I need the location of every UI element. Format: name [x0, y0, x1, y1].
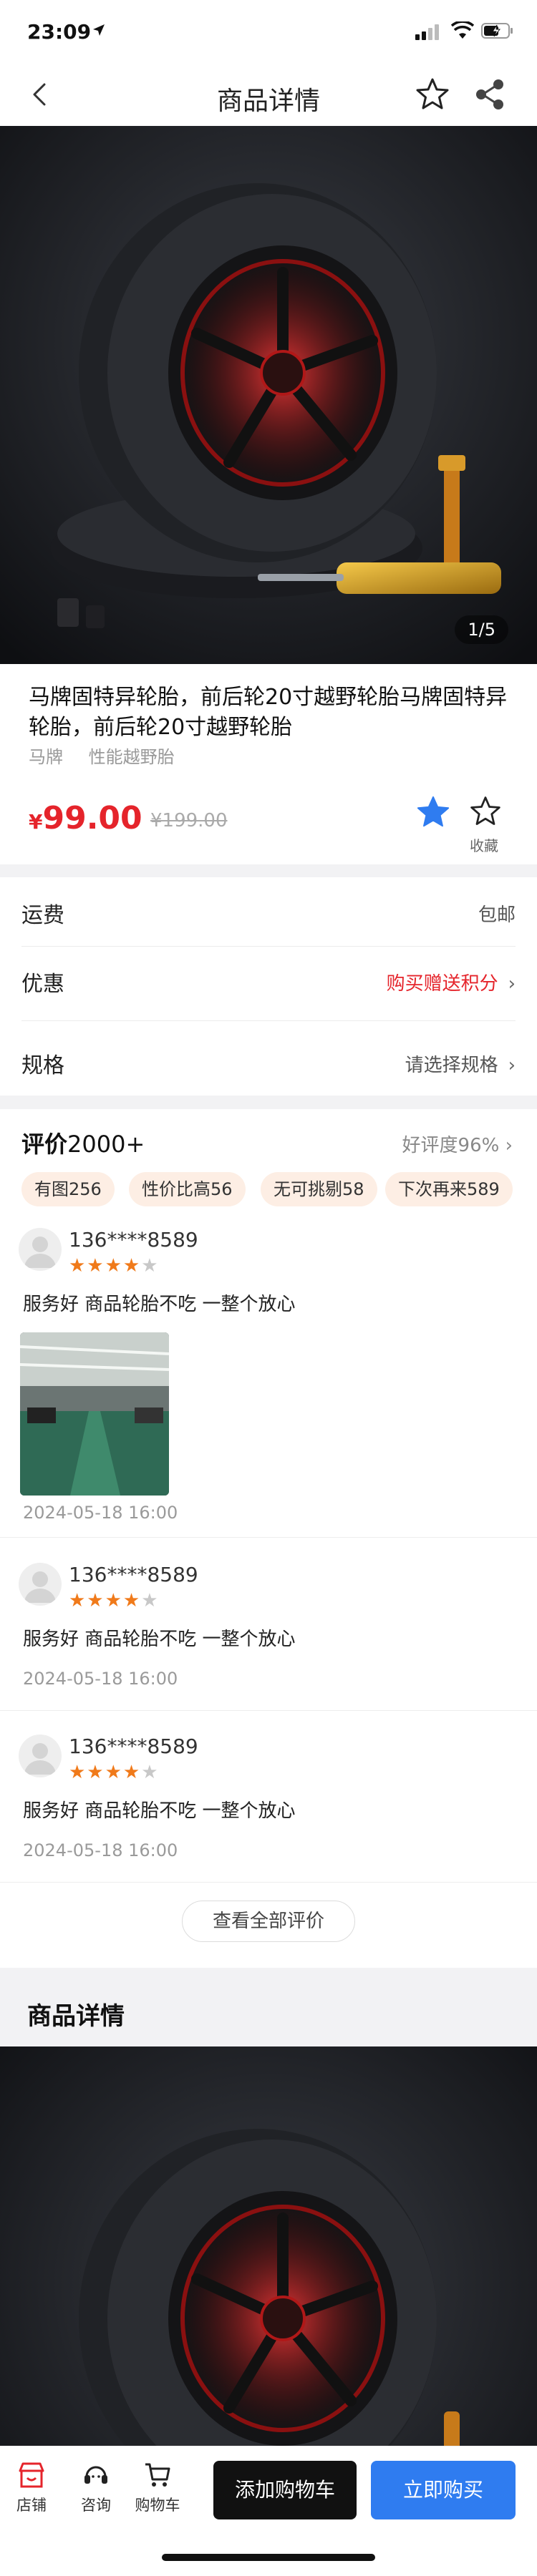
chevron-right-icon: › — [508, 1055, 516, 1076]
review-text: 服务好 商品轮胎不吃 一整个放心 — [23, 1800, 296, 1822]
add-to-cart-button[interactable]: 添加购物车 — [213, 2461, 357, 2519]
tab-cart[interactable]: 购物车 — [129, 2461, 186, 2515]
positive-rating-text: 好评度96% — [402, 1135, 500, 1156]
product-image-carousel[interactable]: 1/5 — [0, 126, 537, 664]
review-item: 136****8589 ★★★★★ 服务好 商品轮胎不吃 一整个放心 2024-… — [0, 1228, 537, 1523]
bottom-action-bar: 店铺 咨询 购物车 添加购物车 立即购买 — [0, 2446, 537, 2576]
status-time: 23:09 — [27, 20, 92, 44]
shipping-label: 运费 — [21, 903, 64, 928]
review-date: 2024-05-18 16:00 — [23, 1669, 178, 1689]
tab-consult[interactable]: 咨询 — [67, 2461, 125, 2515]
review-text: 服务好 商品轮胎不吃 一整个放心 — [23, 1629, 296, 1650]
image-counter: 1/5 — [455, 615, 508, 644]
original-price: ¥199.00 — [150, 810, 228, 831]
share-icon[interactable] — [473, 77, 507, 112]
product-price: ¥99.00 — [29, 800, 142, 836]
review-stars: ★★★★★ — [69, 1255, 160, 1277]
battery-icon — [481, 23, 513, 39]
page-title: 商品详情 — [216, 87, 320, 116]
reviews-title: 评价 — [21, 1131, 68, 1158]
shipping-row: 运费 包邮 — [21, 877, 516, 942]
product-tags: 马牌 性能越野胎 — [29, 743, 195, 768]
reviews-section: 评价2000+ 好评度96% › 有图256 性价比高56 无可挑剔58 下次再… — [0, 1109, 537, 1968]
product-info: 马牌固特异轮胎，前后轮20寸越野轮胎马牌固特异轮胎，前后轮20寸越野轮胎 马牌 … — [0, 664, 537, 864]
status-bar: 23:09 — [0, 0, 537, 63]
product-tag: 性能越野胎 — [88, 747, 175, 767]
review-date: 2024-05-18 16:00 — [23, 1840, 178, 1860]
navigation-bar: 商品详情 — [0, 63, 537, 126]
parking-garage-image — [20, 1332, 169, 1496]
divider — [0, 1537, 537, 1538]
review-item: 136****8589 ★★★★★ 服务好 商品轮胎不吃 一整个放心 2024-… — [0, 1735, 537, 1860]
promotion-label: 优惠 — [21, 972, 64, 997]
divider — [0, 1882, 537, 1883]
spec-row[interactable]: 规格 请选择规格 › — [21, 1028, 516, 1092]
view-all-reviews-button[interactable]: 查看全部评价 — [182, 1901, 355, 1942]
price-value: 99.00 — [42, 800, 142, 836]
review-filter-chips: 有图256 性价比高56 无可挑剔58 下次再来589 — [21, 1172, 523, 1209]
product-tag: 马牌 — [29, 747, 63, 767]
cellular-signal-icon — [415, 24, 439, 40]
price-symbol: ¥ — [29, 810, 43, 834]
reviews-count: 2000+ — [67, 1131, 145, 1158]
review-stars: ★★★★★ — [69, 1762, 160, 1783]
divider — [0, 1710, 537, 1711]
positive-rating[interactable]: 好评度96% › — [402, 1131, 513, 1157]
user-avatar-icon — [24, 1571, 56, 1603]
review-username: 136****8589 — [69, 1228, 198, 1252]
chevron-right-icon: › — [499, 1135, 513, 1156]
review-photo[interactable] — [20, 1332, 169, 1496]
promotion-text: 购买赠送积分 — [386, 973, 498, 995]
review-chip[interactable]: 无可挑剔58 — [261, 1172, 377, 1206]
reviews-header: 评价2000+ — [21, 1126, 145, 1159]
spec-text: 请选择规格 — [405, 1055, 498, 1076]
location-arrow-icon — [93, 24, 105, 36]
avatar — [19, 1735, 62, 1777]
review-username: 136****8589 — [69, 1735, 198, 1758]
favorited-star-icon[interactable] — [415, 794, 451, 830]
tab-store-label: 店铺 — [16, 2497, 47, 2514]
shipping-value: 包邮 — [478, 904, 516, 926]
avatar — [19, 1563, 62, 1606]
review-chip[interactable]: 有图256 — [21, 1172, 115, 1206]
avatar — [19, 1228, 62, 1271]
tire-product-image — [0, 126, 537, 664]
review-date: 2024-05-18 16:00 — [23, 1503, 178, 1523]
spec-value: 请选择规格 › — [405, 1050, 516, 1077]
product-name: 马牌固特异轮胎，前后轮20寸越野轮胎马牌固特异轮胎，前后轮20寸越野轮胎 — [29, 685, 508, 740]
store-icon — [19, 2462, 44, 2488]
wifi-icon — [451, 21, 474, 39]
promotion-row[interactable]: 优惠 购买赠送积分 › — [21, 946, 516, 1010]
buy-now-button[interactable]: 立即购买 — [371, 2461, 516, 2519]
shopping-cart-icon — [145, 2463, 170, 2487]
tab-consult-label: 咨询 — [81, 2497, 111, 2514]
tab-cart-label: 购物车 — [135, 2497, 180, 2514]
purchase-options: 运费 包邮 优惠 购买赠送积分 › 规格 请选择规格 › — [0, 877, 537, 1096]
collect-label: 收藏 — [470, 837, 498, 854]
tab-store[interactable]: 店铺 — [3, 2461, 60, 2515]
chevron-right-icon: › — [508, 973, 516, 995]
review-chip[interactable]: 下次再来589 — [385, 1172, 513, 1206]
review-chip[interactable]: 性价比高56 — [129, 1172, 246, 1206]
review-text: 服务好 商品轮胎不吃 一整个放心 — [23, 1294, 296, 1315]
favorite-star-icon[interactable] — [414, 76, 451, 113]
user-avatar-icon — [24, 1743, 56, 1775]
detail-section-title: 商品详情 — [27, 2002, 125, 2031]
review-stars: ★★★★★ — [69, 1590, 160, 1611]
review-item: 136****8589 ★★★★★ 服务好 商品轮胎不吃 一整个放心 2024-… — [0, 1563, 537, 1689]
user-avatar-icon — [24, 1236, 56, 1268]
headset-icon — [84, 2466, 107, 2484]
review-username: 136****8589 — [69, 1563, 198, 1586]
collect-star-icon[interactable] — [468, 794, 503, 829]
spec-label: 规格 — [21, 1053, 64, 1078]
divider — [21, 1020, 516, 1021]
promotion-value: 购买赠送积分 › — [387, 969, 516, 995]
home-indicator — [162, 2554, 375, 2561]
